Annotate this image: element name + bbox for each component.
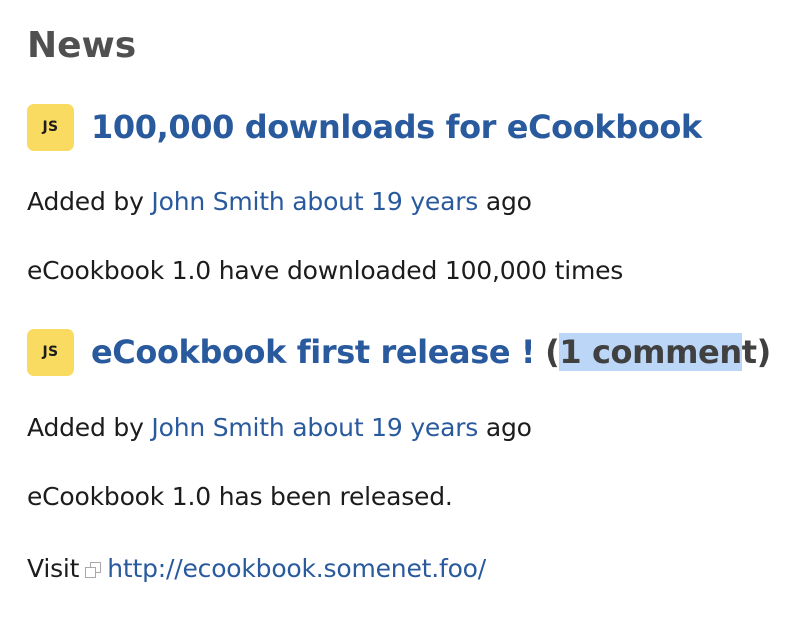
visit-label: Visit [27,554,80,583]
comments-close-paren: ) [756,333,772,371]
visit-line: Visit http://ecookbook.somenet.foo/ [27,552,486,586]
age-suffix: ago [485,413,532,442]
page-title: News [27,25,137,66]
news-item-header: JS 100,000 downloads for eCookbook [27,103,702,151]
comments-count-link[interactable]: 1 comment [559,328,757,376]
author-link[interactable]: John Smith [151,187,284,216]
added-by-label: Added by [27,187,144,216]
news-summary: eCookbook 1.0 have downloaded 100,000 ti… [27,256,624,285]
added-by-label: Added by [27,413,144,442]
author-link[interactable]: John Smith [151,413,284,442]
avatar[interactable]: JS [27,103,74,151]
news-title-link[interactable]: 100,000 downloads for eCookbook [91,103,702,151]
comments-count-text: 1 commen [559,333,742,371]
news-item-header: JS eCookbook first release ! (1 comment) [27,328,771,376]
comments-open-paren: ( [545,333,560,371]
news-summary: eCookbook 1.0 has been released. [27,482,453,511]
comments-count-text-end: t [741,333,757,371]
avatar[interactable]: JS [27,328,74,376]
age-link[interactable]: about 19 years [292,413,478,442]
news-title-link[interactable]: eCookbook first release ! [91,328,536,376]
external-link-icon [85,562,102,578]
age-link[interactable]: about 19 years [292,187,478,216]
visit-url-link[interactable]: http://ecookbook.somenet.foo/ [107,554,486,583]
news-meta: Added by John Smith about 19 years ago [27,185,532,219]
age-suffix: ago [485,187,532,216]
news-meta: Added by John Smith about 19 years ago [27,411,532,445]
